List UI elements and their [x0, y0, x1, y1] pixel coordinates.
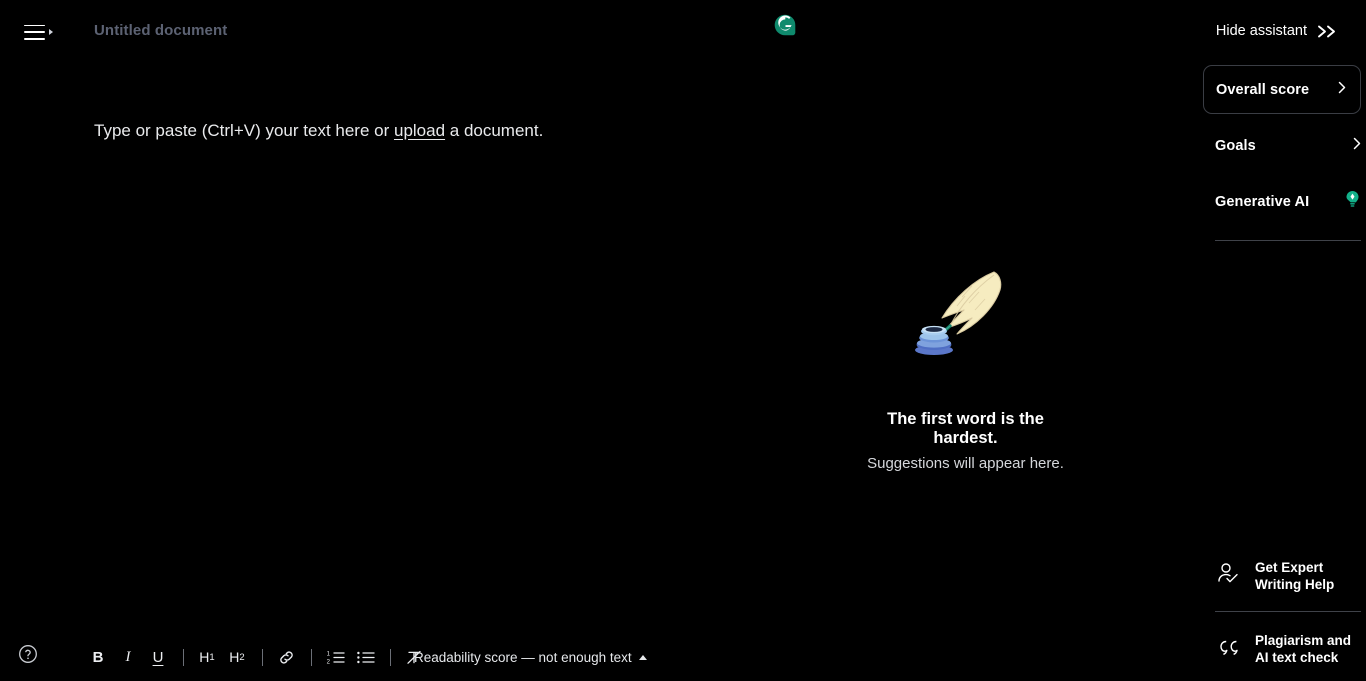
- caret-right-icon: [49, 29, 53, 35]
- formatting-tools: B I U H1 H2 1 2: [84, 633, 430, 681]
- hamburger-menu-button[interactable]: [24, 20, 68, 44]
- person-check-icon: [1215, 560, 1243, 593]
- generative-ai-label: Generative AI: [1215, 194, 1310, 210]
- editor-placeholder-after: a document.: [445, 121, 544, 140]
- cta-line-1: Get Expert: [1255, 560, 1324, 576]
- underline-button[interactable]: U: [144, 643, 172, 671]
- svg-text:2: 2: [326, 659, 330, 665]
- toolbar-separator: [183, 648, 184, 666]
- readability-score-label: Readability score — not enough text: [414, 649, 632, 665]
- document-title[interactable]: Untitled document: [94, 22, 227, 39]
- panel-divider-middle: [1215, 611, 1361, 612]
- toolbar-separator: [390, 648, 391, 666]
- grammarly-editor-app: Untitled document Hide assistant Type or…: [0, 0, 1366, 681]
- grammarly-logo-icon[interactable]: [774, 14, 796, 36]
- toolbar-separator: [311, 648, 312, 666]
- heading-1-button[interactable]: H1: [193, 643, 221, 671]
- heading-2-button[interactable]: H2: [223, 643, 251, 671]
- sidebar-item-goals[interactable]: Goals: [1215, 131, 1361, 161]
- goals-label: Goals: [1215, 138, 1256, 154]
- panel-divider-top: [1215, 240, 1361, 241]
- italic-button[interactable]: I: [114, 643, 142, 671]
- overall-score-card[interactable]: Overall score: [1203, 65, 1361, 114]
- hamburger-menu-icon: [24, 24, 45, 40]
- bulleted-list-button[interactable]: [351, 643, 379, 671]
- h1-number: 1: [209, 651, 215, 663]
- document-editor-area[interactable]: Type or paste (Ctrl+V) your text here or…: [94, 118, 854, 144]
- assistant-panel: Overall score Goals Generative AI Get Ex…: [1190, 0, 1366, 681]
- chevron-right-icon: [1353, 137, 1361, 155]
- link-button[interactable]: [272, 643, 300, 671]
- svg-text:1: 1: [326, 651, 330, 657]
- empty-state-subtitle: Suggestions will appear here.: [867, 455, 1064, 472]
- bold-button[interactable]: B: [84, 643, 112, 671]
- cta-line-2: Writing Help: [1255, 576, 1335, 592]
- get-expert-writing-help-button[interactable]: Get Expert Writing Help: [1215, 560, 1366, 593]
- get-expert-writing-help-label: Get Expert Writing Help: [1255, 560, 1334, 593]
- plagiarism-ai-check-label: Plagiarism and AI text check: [1255, 633, 1351, 666]
- sidebar-item-generative-ai[interactable]: Generative AI: [1215, 187, 1361, 217]
- h1-letter: H: [199, 649, 210, 665]
- cta-line-2: AI text check: [1255, 649, 1339, 665]
- upload-document-link[interactable]: upload: [394, 121, 445, 140]
- suggestions-empty-state: The first word is the hardest. Suggestio…: [853, 262, 1078, 472]
- toolbar-separator: [262, 648, 263, 666]
- caret-up-icon: [638, 654, 647, 660]
- bottom-toolbar: B I U H1 H2 1 2 Readability score — not …: [0, 633, 1190, 681]
- h2-letter: H: [229, 649, 240, 665]
- overall-score-label: Overall score: [1216, 81, 1310, 98]
- chevron-right-icon: [1338, 81, 1346, 99]
- plagiarism-ai-check-button[interactable]: Plagiarism and AI text check: [1215, 633, 1366, 666]
- help-circle-icon[interactable]: [18, 644, 38, 669]
- h2-number: 2: [239, 651, 245, 663]
- quill-and-inkwell-icon: [853, 262, 1078, 358]
- top-bar: Untitled document Hide assistant: [0, 0, 1366, 64]
- editor-placeholder-before: Type or paste (Ctrl+V) your text here or: [94, 121, 394, 140]
- quotation-mark-icon: [1215, 633, 1243, 666]
- cta-line-1: Plagiarism and: [1255, 633, 1352, 649]
- numbered-list-button[interactable]: 1 2: [321, 643, 349, 671]
- empty-state-title: The first word is the hardest.: [887, 410, 1044, 447]
- readability-score-button[interactable]: Readability score — not enough text: [414, 633, 647, 681]
- lightbulb-icon: [1344, 190, 1361, 214]
